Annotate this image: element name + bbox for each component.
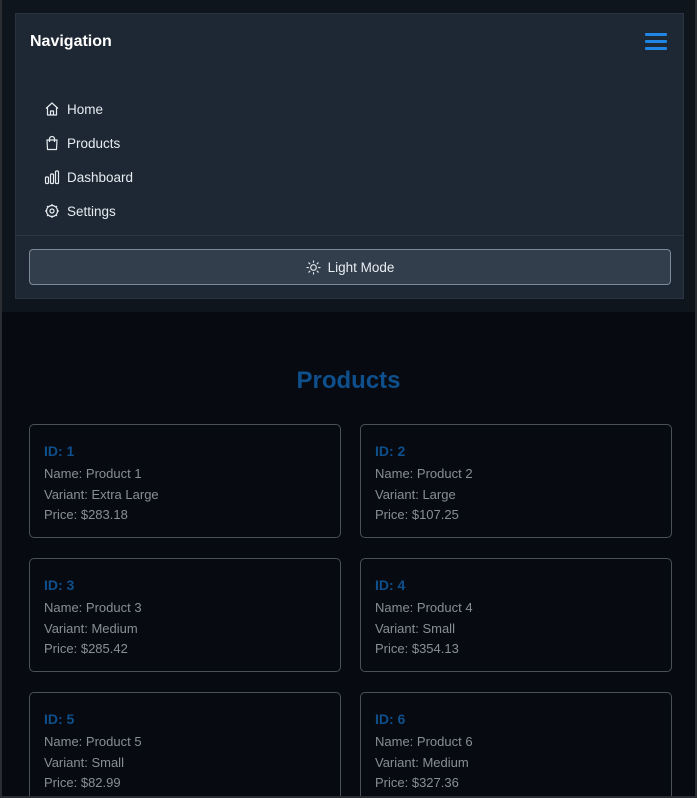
navigation-panel: Navigation Home Products Dashboard Setti…: [15, 13, 684, 299]
product-price: Price: $82.99: [44, 775, 121, 790]
product-name: Name: Product 5: [44, 734, 142, 749]
app-frame: Navigation Home Products Dashboard Setti…: [2, 0, 695, 796]
nav-item-label: Settings: [67, 203, 116, 219]
product-price: Price: $285.42: [44, 641, 128, 656]
navigation-header: Navigation: [16, 14, 683, 70]
product-variant: Variant: Extra Large: [44, 486, 159, 502]
home-icon: [44, 101, 60, 117]
nav-item-label: Products: [67, 135, 121, 151]
product-name: Name: Product 1: [44, 466, 142, 481]
product-variant: Variant: Medium: [44, 620, 138, 636]
product-price: Price: $327.36: [375, 775, 459, 790]
product-price: Price: $283.18: [44, 507, 128, 522]
nav-item-settings[interactable]: Settings: [44, 194, 133, 228]
product-price: Price: $107.25: [375, 507, 459, 522]
product-card[interactable]: ID: 5 Name: Product 5 Variant: Small Pri…: [29, 692, 341, 796]
page-title: Products: [296, 367, 401, 394]
product-price: Price: $354.13: [375, 641, 459, 656]
nav-item-dashboard[interactable]: Dashboard: [44, 160, 133, 194]
light-mode-button[interactable]: Light Mode: [29, 249, 671, 285]
product-id: ID: 6: [375, 711, 406, 727]
navigation-section: Navigation Home Products Dashboard Setti…: [2, 0, 695, 312]
product-card[interactable]: ID: 1 Name: Product 1 Variant: Extra Lar…: [29, 424, 341, 538]
nav-item-label: Home: [67, 101, 104, 117]
product-id: ID: 3: [44, 577, 75, 593]
light-mode-label: Light Mode: [327, 259, 395, 275]
nav-item-label: Dashboard: [67, 169, 134, 185]
product-name: Name: Product 2: [375, 466, 473, 481]
navigation-title: Navigation: [30, 33, 112, 50]
settings-icon: [44, 203, 60, 219]
hamburger-menu-icon[interactable]: [645, 33, 667, 51]
product-id: ID: 2: [375, 443, 406, 459]
product-card[interactable]: ID: 2 Name: Product 2 Variant: Large Pri…: [360, 424, 672, 538]
nav-item-home[interactable]: Home: [44, 92, 133, 126]
product-name: Name: Product 4: [375, 600, 473, 615]
navigation-divider: [16, 235, 683, 236]
product-card[interactable]: ID: 6 Name: Product 6 Variant: Medium Pr…: [360, 692, 672, 796]
sun-icon: [305, 259, 321, 275]
product-variant: Variant: Medium: [375, 754, 469, 770]
shopping-bag-icon: [44, 135, 60, 151]
nav-item-products[interactable]: Products: [44, 126, 133, 160]
product-name: Name: Product 3: [44, 600, 142, 615]
product-name: Name: Product 6: [375, 734, 473, 749]
product-id: ID: 4: [375, 577, 406, 593]
bar-chart-icon: [44, 169, 60, 185]
product-id: ID: 1: [44, 443, 75, 459]
product-variant: Variant: Small: [44, 754, 124, 770]
product-id: ID: 5: [44, 711, 75, 727]
product-variant: Variant: Large: [375, 486, 456, 502]
product-card[interactable]: ID: 3 Name: Product 3 Variant: Medium Pr…: [29, 558, 341, 672]
product-card[interactable]: ID: 4 Name: Product 4 Variant: Small Pri…: [360, 558, 672, 672]
product-variant: Variant: Small: [375, 620, 455, 636]
navigation-list: Home Products Dashboard Settings: [44, 92, 133, 228]
